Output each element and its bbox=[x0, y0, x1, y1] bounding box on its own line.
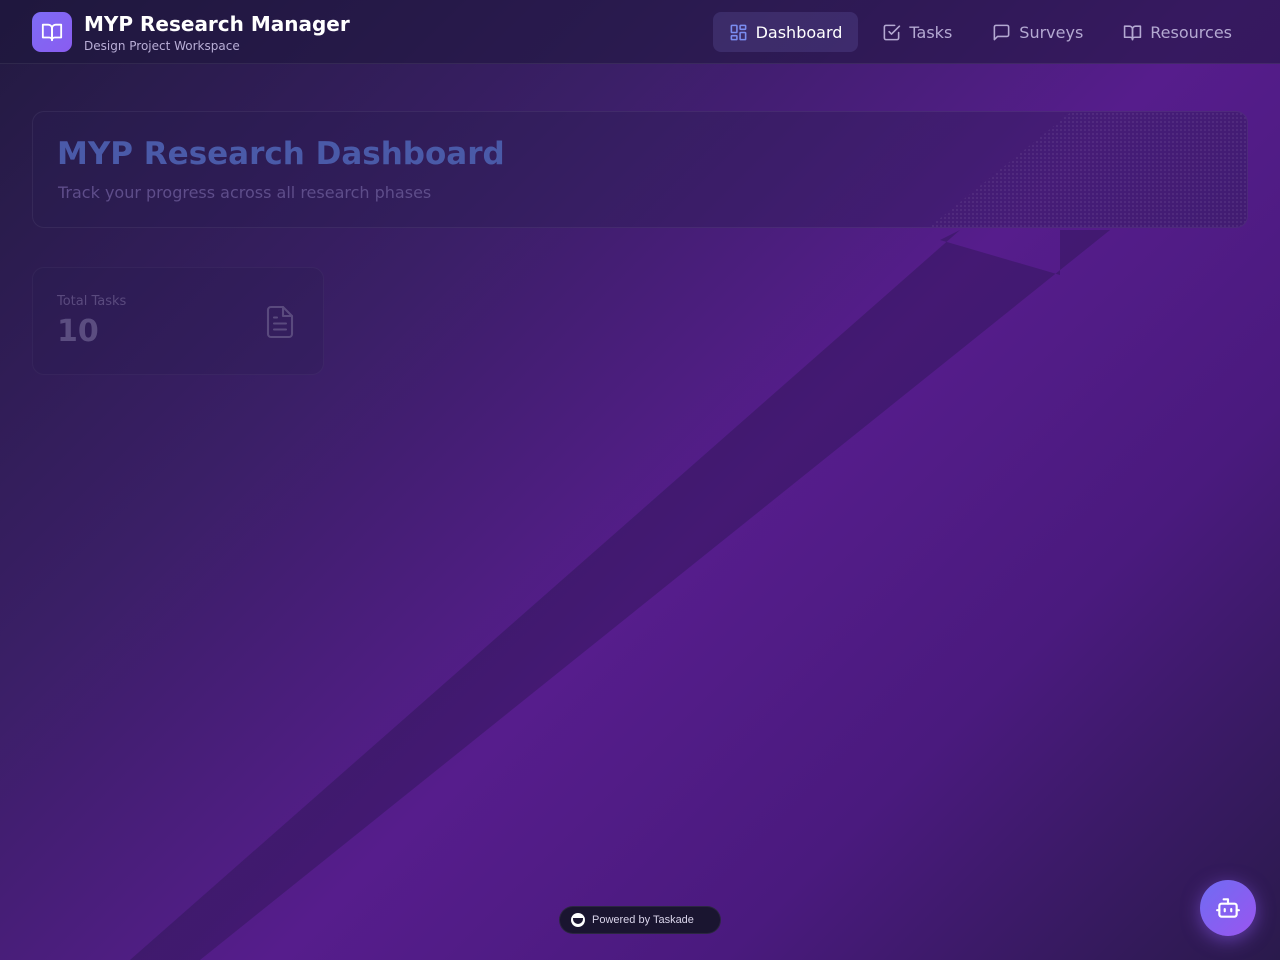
dashboard-hero-card: MYP Research Dashboard Track your progre… bbox=[32, 111, 1248, 228]
nav-resources[interactable]: Resources bbox=[1107, 12, 1248, 52]
chat-bubble-icon bbox=[993, 24, 1010, 40]
ai-assistant-button[interactable] bbox=[1200, 880, 1256, 936]
dashboard-grid-icon bbox=[730, 24, 747, 40]
hero-dot-pattern bbox=[927, 112, 1247, 227]
robot-icon bbox=[1216, 898, 1240, 918]
stat-value: 10 bbox=[57, 314, 99, 349]
stat-card-total-tasks: Total Tasks 10 bbox=[32, 267, 324, 375]
book-icon bbox=[1124, 24, 1142, 40]
document-icon bbox=[266, 305, 294, 339]
main-nav: Dashboard Tasks Surveys Resources bbox=[712, 12, 1248, 52]
stat-label: Total Tasks bbox=[57, 294, 127, 309]
nav-dashboard[interactable]: Dashboard bbox=[712, 12, 859, 52]
page-subtitle: Track your progress across all research … bbox=[58, 183, 432, 202]
nav-resources-label: Resources bbox=[1150, 22, 1232, 42]
open-book-icon[interactable] bbox=[32, 12, 72, 52]
taskade-logo-icon bbox=[571, 913, 585, 927]
powered-by-badge[interactable]: Powered by Taskade bbox=[559, 906, 721, 934]
nav-surveys[interactable]: Surveys bbox=[976, 12, 1099, 52]
powered-by-text: Powered by Taskade bbox=[592, 914, 694, 926]
nav-tasks-label: Tasks bbox=[909, 22, 953, 42]
checkbox-icon bbox=[883, 24, 901, 40]
app-subtitle: Design Project Workspace bbox=[84, 39, 240, 53]
app-title: MYP Research Manager bbox=[84, 12, 350, 36]
app-header: MYP Research Manager Design Project Work… bbox=[0, 0, 1280, 64]
nav-dashboard-label: Dashboard bbox=[755, 22, 843, 42]
page-title: MYP Research Dashboard bbox=[57, 136, 505, 172]
nav-tasks[interactable]: Tasks bbox=[866, 12, 968, 52]
nav-surveys-label: Surveys bbox=[1019, 22, 1084, 42]
